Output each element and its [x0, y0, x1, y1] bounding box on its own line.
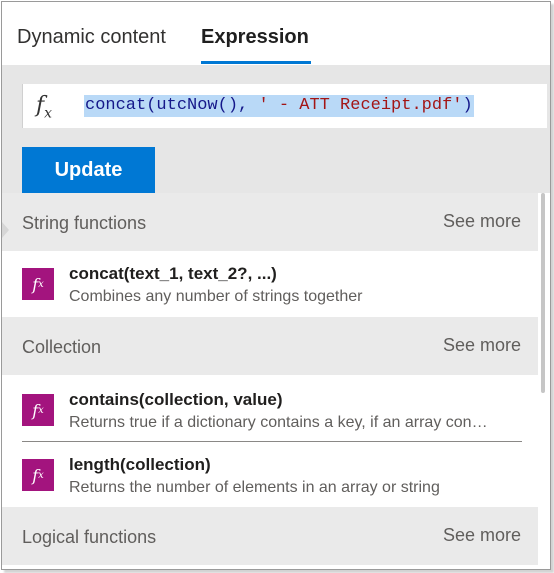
expression-token-string: ' - ATT Receipt.pdf' — [258, 96, 463, 115]
function-description: Returns the number of elements in an arr… — [69, 479, 440, 496]
expression-value[interactable]: concat(utcNow(), ' - ATT Receipt.pdf') — [84, 95, 474, 117]
function-item-concat[interactable]: fx concat(text_1, text_2?, ...) Combines… — [2, 251, 538, 315]
section-title: Collection — [22, 337, 102, 357]
fx-icon: fx — [36, 93, 53, 122]
function-name: concat(text_1, text_2?, ...) — [69, 264, 277, 283]
function-item-contains[interactable]: fx contains(collection, value) Returns t… — [2, 377, 538, 441]
expression-token-function: concat(utcNow(), — [85, 96, 259, 115]
active-tab-indicator — [201, 61, 311, 64]
function-icon: fx — [22, 459, 54, 491]
collapse-arrow-icon — [2, 222, 9, 238]
function-name: contains(collection, value) — [69, 390, 283, 409]
expression-editor-area: fx concat(utcNow(), ' - ATT Receipt.pdf'… — [2, 65, 550, 193]
update-button[interactable]: Update — [22, 147, 155, 193]
scrollbar[interactable] — [541, 193, 545, 393]
function-item-length[interactable]: fx length(collection) Returns the number… — [2, 442, 538, 506]
expression-input[interactable]: fx concat(utcNow(), ' - ATT Receipt.pdf'… — [22, 84, 547, 128]
expression-panel-window: Dynamic content Expression fx concat(utc… — [1, 1, 551, 570]
function-icon: fx — [22, 268, 54, 300]
section-header-string-functions: String functions See more — [2, 193, 538, 251]
see-more-link[interactable]: See more — [443, 211, 521, 232]
function-description: Combines any number of strings together — [69, 288, 363, 305]
function-description: Returns true if a dictionary contains a … — [69, 414, 488, 431]
function-name: length(collection) — [69, 455, 211, 474]
function-list: String functions See more fx concat(text… — [2, 193, 550, 569]
expression-token-close: ) — [462, 96, 473, 115]
see-more-link[interactable]: See more — [443, 525, 521, 546]
tab-bar: Dynamic content Expression — [2, 2, 550, 65]
section-header-logical-functions: Logical functions See more — [2, 507, 538, 565]
section-title: String functions — [22, 213, 147, 233]
section-header-collection: Collection See more — [2, 317, 538, 375]
tab-dynamic-content[interactable]: Dynamic content — [17, 26, 166, 49]
section-title: Logical functions — [22, 527, 157, 547]
tab-expression[interactable]: Expression — [201, 26, 309, 49]
function-icon: fx — [22, 394, 54, 426]
see-more-link[interactable]: See more — [443, 335, 521, 356]
